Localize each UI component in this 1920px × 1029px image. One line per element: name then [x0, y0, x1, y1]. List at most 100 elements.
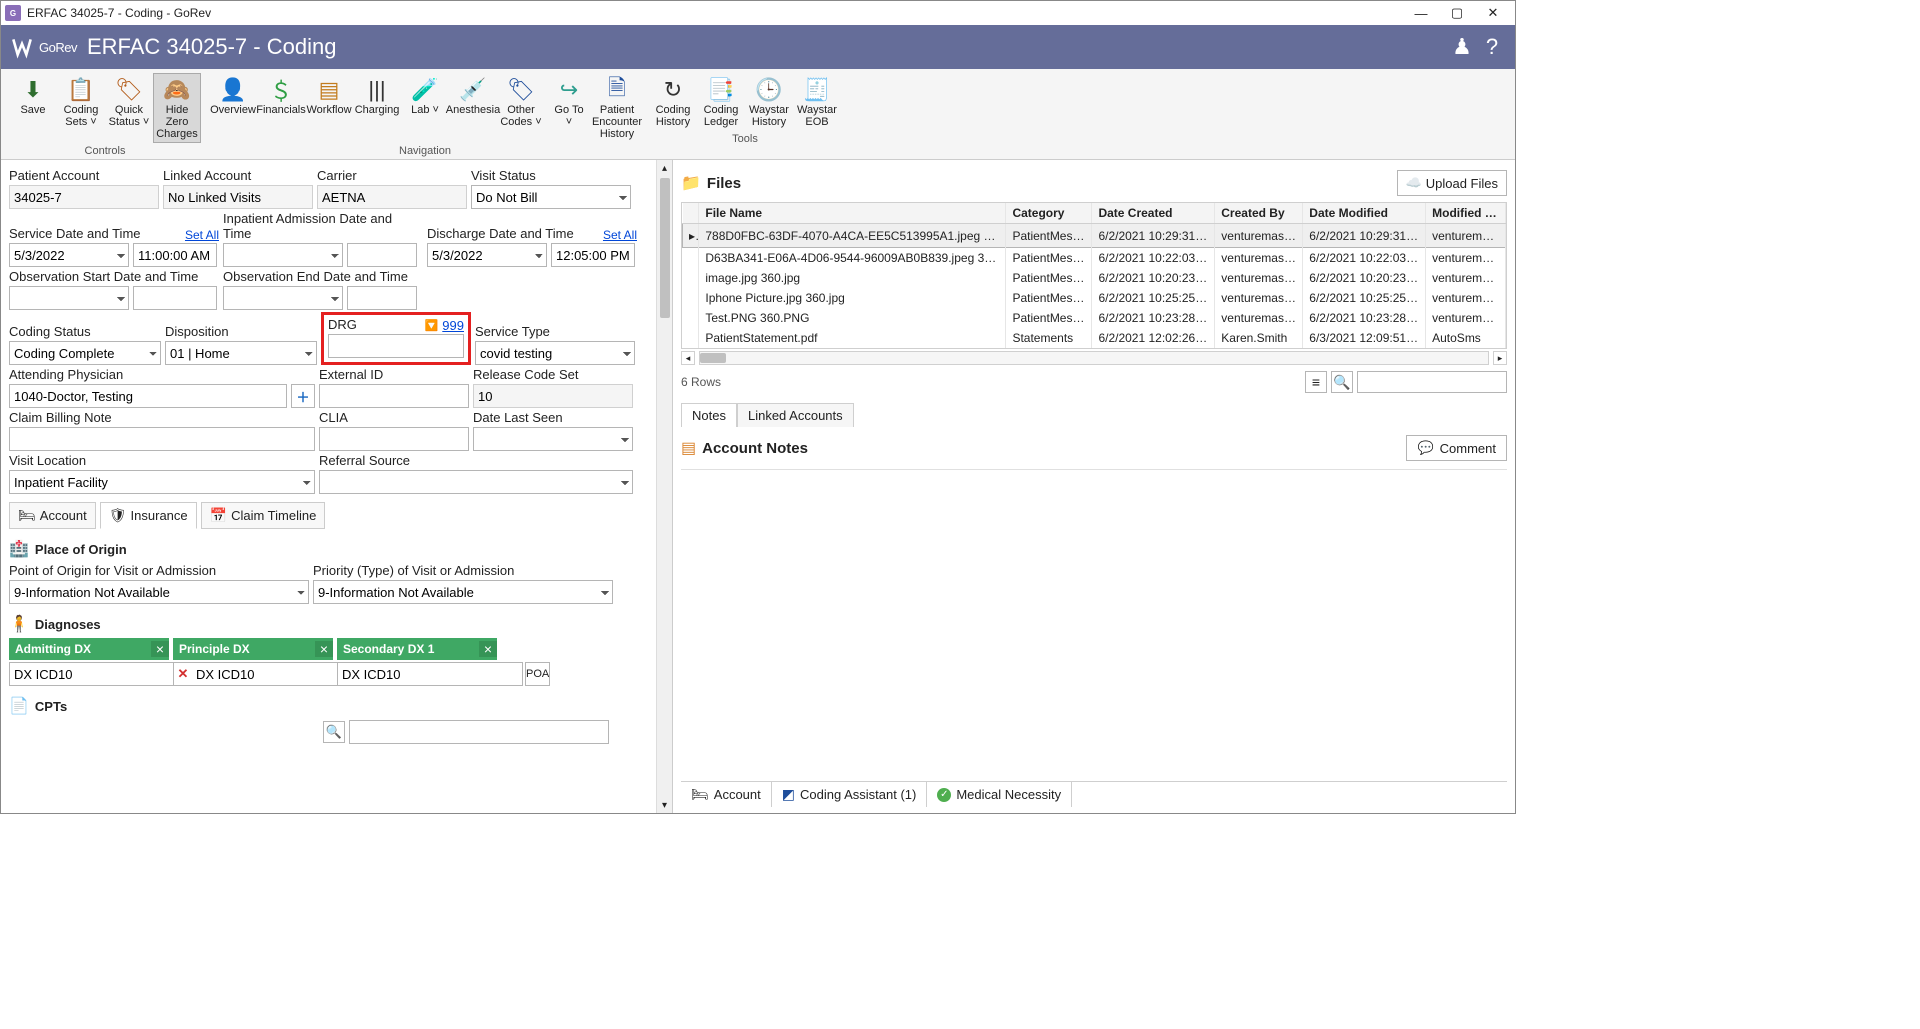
ribbon-financials[interactable]: ＄Financials [257, 73, 305, 143]
drg-999-link[interactable]: 999 [442, 318, 464, 333]
col-modifiedby[interactable]: Modified By [1426, 203, 1506, 224]
table-row[interactable]: ▸788D0FBC-63DF-4070-A4CA-EE5C513995A1.jp… [683, 224, 1506, 248]
ribbon-charging[interactable]: |||Charging [353, 73, 401, 143]
dx-pill-admitting: Admitting DX× [9, 638, 169, 660]
col-category[interactable]: Category [1006, 203, 1092, 224]
scroll-down-arrow[interactable]: ▾ [662, 797, 667, 813]
dx-second-poa[interactable]: POA [525, 662, 550, 686]
inpatient-date-input[interactable] [223, 243, 343, 267]
claim-billing-input[interactable] [9, 427, 315, 451]
tab-account-mid[interactable]: 🛏Account [9, 502, 96, 529]
dx-close-principle[interactable]: × [315, 641, 333, 657]
poo-select[interactable] [9, 580, 309, 604]
dx-second-input[interactable] [338, 663, 522, 685]
priority-select[interactable] [313, 580, 613, 604]
col-createdby[interactable]: Created By [1215, 203, 1303, 224]
comment-button[interactable]: 💬Comment [1406, 435, 1507, 461]
close-button[interactable]: ✕ [1475, 2, 1511, 24]
help-icon[interactable]: ? [1477, 32, 1507, 62]
ribbon-coding-history[interactable]: ↻Coding History [649, 73, 697, 131]
cpt-search-icon[interactable]: 🔍 [323, 721, 345, 743]
service-type-select[interactable] [475, 341, 635, 365]
date-last-seen-input[interactable] [473, 427, 633, 451]
visit-status-select[interactable] [471, 185, 631, 209]
ribbon-hide-zero-charges[interactable]: 🙈Hide Zero Charges [153, 73, 201, 143]
left-pane: Patient Account Linked Account Carrier V… [1, 160, 673, 813]
drg-input[interactable] [328, 334, 464, 358]
bottom-tab-medical-necessity[interactable]: ✓Medical Necessity [927, 782, 1072, 807]
ribbon-anesthesia[interactable]: 💉Anesthesia [449, 73, 497, 143]
ribbon-go-to-[interactable]: ↪Go To ˅ [545, 73, 593, 143]
tab-insurance[interactable]: 🛡Insurance [100, 502, 197, 529]
tab-linked-accounts[interactable]: Linked Accounts [737, 403, 854, 427]
tab-claim-timeline[interactable]: 📅Claim Timeline [201, 502, 326, 529]
service-time-input[interactable] [133, 243, 217, 267]
maximize-button[interactable]: ▢ [1439, 2, 1475, 24]
ribbon-patient-encounter-history[interactable]: 🗎Patient Encounter History [593, 73, 641, 143]
attending-input[interactable] [9, 384, 287, 408]
ribbon-quick-status-[interactable]: 🏷Quick Status ˅ [105, 73, 153, 143]
dx-princ-clear[interactable]: ✕ [174, 666, 192, 682]
dx-close-secondary[interactable]: × [479, 641, 497, 657]
ribbon-coding-ledger[interactable]: 📑Coding Ledger [697, 73, 745, 131]
minimize-button[interactable]: — [1403, 2, 1439, 24]
col-filename[interactable]: File Name [699, 203, 1006, 224]
bottom-tab-coding-assistant[interactable]: ◩Coding Assistant (1) [772, 782, 928, 807]
ribbon-save[interactable]: ⬇Save [9, 73, 57, 143]
discharge-time-input[interactable] [551, 243, 635, 267]
external-id-input[interactable] [319, 384, 469, 408]
search-button[interactable]: 🔍 [1331, 371, 1353, 393]
waystar-icon: 🕒 [755, 76, 782, 104]
dx-admit-input[interactable] [10, 663, 194, 685]
upload-files-button[interactable]: ☁️Upload Files [1397, 170, 1507, 196]
drg-lookup-icon[interactable]: 🔽 [425, 319, 439, 332]
discharge-dt-setall-link[interactable]: Set All [603, 228, 637, 242]
service-dt-setall-link[interactable]: Set All [185, 228, 219, 242]
coding-status-select[interactable] [9, 341, 161, 365]
discharge-date-input[interactable] [427, 243, 547, 267]
cpt-search-input[interactable] [349, 720, 609, 744]
disposition-select[interactable] [165, 341, 317, 365]
files-search-input[interactable] [1357, 371, 1507, 393]
carrier-label: Carrier [317, 168, 467, 183]
obs-end-time[interactable] [347, 286, 417, 310]
ribbon-overview[interactable]: 👤Overview [209, 73, 257, 143]
ribbon-workflow[interactable]: ▤Workflow [305, 73, 353, 143]
tab-notes[interactable]: Notes [681, 403, 737, 427]
list-options-button[interactable]: ≡ [1305, 371, 1327, 393]
bottom-tab-account[interactable]: 🛏Account [681, 782, 772, 807]
obs-start-date[interactable] [9, 286, 129, 310]
visit-location-select[interactable] [9, 470, 315, 494]
scroll-thumb[interactable] [660, 178, 670, 318]
service-date-input[interactable] [9, 243, 129, 267]
ribbon-waystar-history[interactable]: 🕒Waystar History [745, 73, 793, 131]
ribbon-other-codes-[interactable]: 🏷Other Codes ˅ [497, 73, 545, 143]
external-id-label: External ID [319, 367, 469, 382]
ribbon-coding-sets-[interactable]: 📋Coding Sets ˅ [57, 73, 105, 143]
referral-source-select[interactable] [319, 470, 633, 494]
table-row[interactable]: image.jpg 360.jpgPatientMessage6/2/2021 … [683, 268, 1506, 288]
attending-add-button[interactable]: ＋ [291, 384, 315, 408]
hscroll-track[interactable] [699, 351, 1489, 365]
clia-input[interactable] [319, 427, 469, 451]
col-datecreated[interactable]: Date Created [1092, 203, 1215, 224]
user-admin-icon[interactable]: ♟ [1447, 32, 1477, 62]
inpatient-time-input[interactable] [347, 243, 417, 267]
dx-close-admitting[interactable]: × [151, 641, 169, 657]
hscroll-right[interactable]: ▸ [1493, 351, 1507, 365]
col-datemodified[interactable]: Date Modified [1303, 203, 1426, 224]
ribbon-lab-[interactable]: 🧪Lab ˅ [401, 73, 449, 143]
carrier-value [317, 185, 467, 209]
table-row[interactable]: Iphone Picture.jpg 360.jpgPatientMessage… [683, 288, 1506, 308]
table-row[interactable]: PatientStatement.pdfStatements6/2/2021 1… [683, 328, 1506, 348]
scroll-up-arrow[interactable]: ▴ [662, 160, 667, 176]
release-code-select[interactable] [473, 384, 633, 408]
hscroll-thumb[interactable] [700, 353, 726, 363]
obs-start-time[interactable] [133, 286, 217, 310]
hscroll-left[interactable]: ◂ [681, 351, 695, 365]
table-row[interactable]: D63BA341-E06A-4D06-9544-96009AB0B839.jpe… [683, 248, 1506, 269]
obs-end-date[interactable] [223, 286, 343, 310]
left-scrollbar[interactable]: ▴ ▾ [656, 160, 672, 813]
ribbon-waystar-eob[interactable]: 🧾Waystar EOB [793, 73, 841, 131]
table-row[interactable]: Test.PNG 360.PNGPatientMessage6/2/2021 1… [683, 308, 1506, 328]
